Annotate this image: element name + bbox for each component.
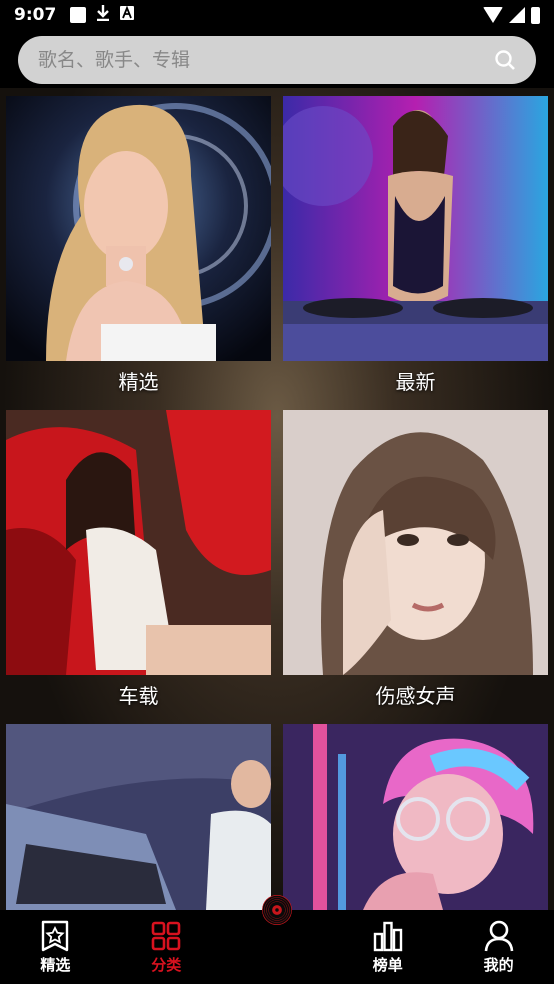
tab-label: 精选 <box>40 955 71 974</box>
bottom-tab-bar: 精选 分类 榜单 我的 <box>0 895 554 984</box>
notification-icon <box>70 7 87 23</box>
bar-chart-icon <box>373 921 402 951</box>
category-card-jingxuan[interactable]: 精选 <box>6 96 271 403</box>
tab-wode[interactable]: 我的 <box>443 910 554 984</box>
search-icon[interactable] <box>494 49 516 71</box>
wifi-icon <box>483 7 503 23</box>
tab-fenlei[interactable]: 分类 <box>111 910 222 984</box>
category-card-6[interactable] <box>283 724 548 910</box>
user-icon <box>484 920 513 951</box>
category-label: 精选 <box>118 370 159 394</box>
category-label: 伤感女声 <box>375 684 456 708</box>
category-image <box>283 724 548 910</box>
category-label: 车载 <box>118 684 159 708</box>
category-image <box>283 96 548 361</box>
status-time: 9:07 <box>14 5 57 25</box>
font-icon <box>120 5 135 25</box>
tab-label: 榜单 <box>372 955 403 974</box>
category-card-shanggan[interactable]: 伤感女声 <box>283 410 548 717</box>
tab-jingxuan[interactable]: 精选 <box>0 910 111 984</box>
tab-label: 分类 <box>151 955 182 974</box>
category-image <box>6 724 271 910</box>
star-bookmark-icon <box>42 920 69 951</box>
category-image <box>6 96 271 361</box>
tab-player[interactable] <box>222 895 333 984</box>
search-bar <box>0 30 554 88</box>
category-label: 最新 <box>395 370 436 394</box>
category-card-chezai[interactable]: 车载 <box>6 410 271 717</box>
vinyl-disc-icon[interactable] <box>261 894 292 926</box>
battery-icon <box>531 6 540 24</box>
tab-label: 我的 <box>483 955 514 974</box>
category-image <box>6 410 271 675</box>
search-box[interactable] <box>18 36 536 84</box>
category-image <box>283 410 548 675</box>
tab-bangdan[interactable]: 榜单 <box>332 910 443 984</box>
category-card-5[interactable] <box>6 724 271 910</box>
category-card-zuixin[interactable]: 最新 <box>283 96 548 403</box>
status-bar: 9:07 <box>0 0 554 30</box>
signal-icon <box>509 7 525 23</box>
search-input[interactable] <box>38 49 494 71</box>
download-icon <box>96 4 110 26</box>
grid-icon <box>151 921 181 950</box>
